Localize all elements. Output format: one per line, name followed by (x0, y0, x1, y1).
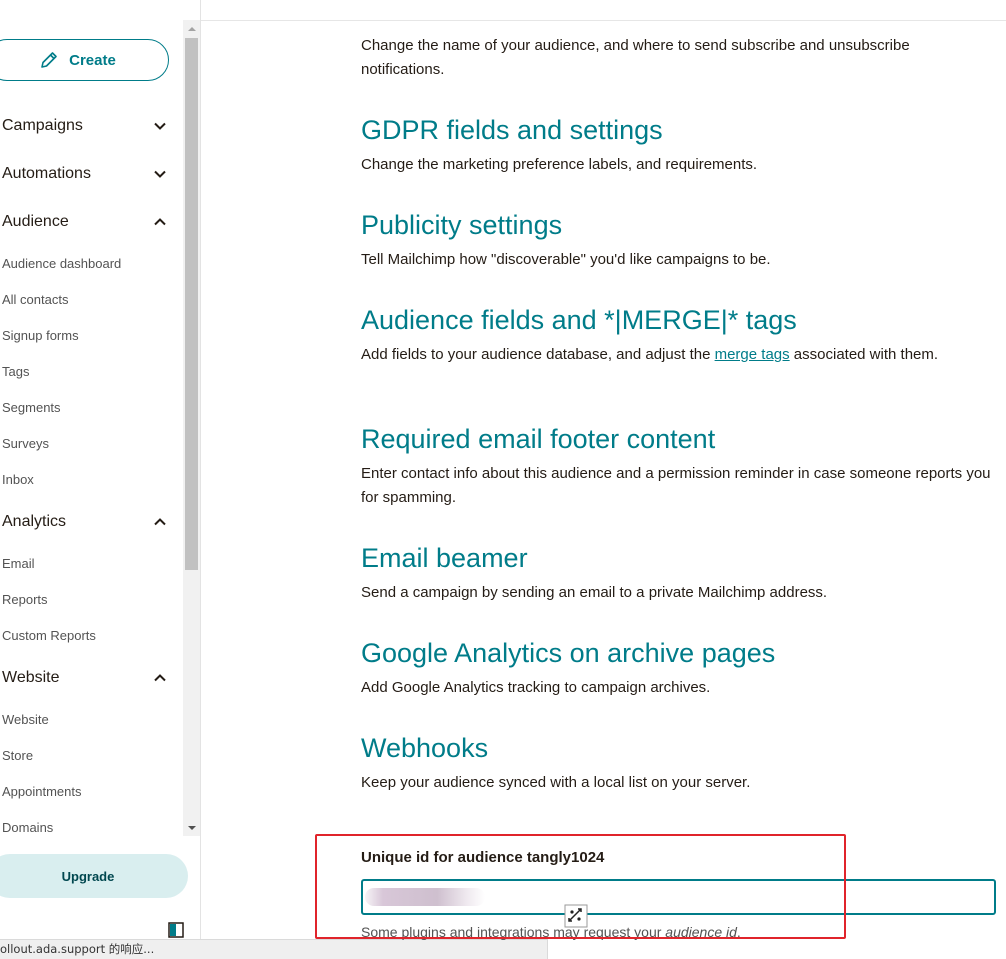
audience-name-desc: Change the name of your audience, and wh… (361, 37, 910, 78)
unique-id-help-text-start: Some plugins and integrations may reques… (361, 924, 666, 940)
upgrade-button[interactable]: Upgrade (0, 854, 188, 898)
upgrade-button-label: Upgrade (61, 868, 115, 884)
sidebar-item-surveys[interactable]: Surveys (2, 436, 49, 451)
sidebar-item-reports[interactable]: Reports (2, 592, 48, 607)
google-analytics-link[interactable]: Google Analytics on archive pages (361, 636, 775, 670)
chevron-up-icon (154, 218, 166, 226)
email-footer-link[interactable]: Required email footer content (361, 422, 715, 456)
sidebar-collapse-icon[interactable] (168, 922, 184, 938)
unique-id-input[interactable] (361, 879, 996, 915)
top-divider (200, 20, 1006, 21)
sidebar-item-signup-forms[interactable]: Signup forms (2, 328, 79, 343)
chevron-up-icon (154, 674, 166, 682)
scrollbar-thumb[interactable] (185, 38, 198, 570)
sidebar-item-store[interactable]: Store (2, 748, 33, 763)
cursor-icon (564, 904, 588, 928)
sidebar-scroll-area: Create Campaigns Automations Audience Au… (0, 20, 183, 836)
scroll-up-arrow-icon[interactable] (183, 20, 200, 37)
chevron-down-icon (154, 122, 166, 130)
webhooks-link[interactable]: Webhooks (361, 731, 488, 765)
audience-fields-desc-text: Add fields to your audience database, an… (361, 346, 715, 363)
sidebar-section-website[interactable]: Website (2, 665, 167, 691)
unique-id-help-emphasis: audience id (665, 924, 737, 940)
unique-id-help-text: Some plugins and integrations may reques… (361, 924, 741, 940)
chevron-up-icon (154, 518, 166, 526)
sidebar-section-label: Website (2, 669, 60, 686)
sidebar-item-tags[interactable]: Tags (2, 364, 29, 379)
publicity-settings-link[interactable]: Publicity settings (361, 208, 562, 242)
sidebar-section-label: Automations (2, 165, 91, 182)
merge-tags-link[interactable]: merge tags (715, 346, 790, 363)
sidebar: Create Campaigns Automations Audience Au… (0, 0, 201, 959)
email-footer-desc: Enter contact info about this audience a… (361, 465, 991, 506)
sidebar-section-analytics[interactable]: Analytics (2, 509, 167, 535)
sidebar-item-audience-dashboard[interactable]: Audience dashboard (2, 256, 121, 271)
scroll-down-arrow-icon[interactable] (183, 819, 200, 836)
sidebar-section-label: Audience (2, 213, 69, 230)
sidebar-section-label: Campaigns (2, 117, 83, 134)
google-analytics-desc: Add Google Analytics tracking to campaig… (361, 679, 711, 696)
gdpr-settings-desc: Change the marketing preference labels, … (361, 156, 758, 173)
create-button[interactable]: Create (0, 39, 169, 81)
sidebar-item-website[interactable]: Website (2, 712, 49, 727)
sidebar-item-domains[interactable]: Domains (2, 820, 53, 835)
chevron-down-icon (154, 170, 166, 178)
sidebar-item-custom-reports[interactable]: Custom Reports (2, 628, 96, 643)
sidebar-item-inbox[interactable]: Inbox (2, 472, 34, 487)
unique-id-help-text-end: . (736, 924, 741, 940)
sidebar-scrollbar[interactable] (183, 20, 200, 836)
sidebar-section-campaigns[interactable]: Campaigns (2, 113, 167, 139)
gdpr-settings-link[interactable]: GDPR fields and settings (361, 113, 663, 147)
sidebar-section-automations[interactable]: Automations (2, 161, 167, 187)
audience-fields-link[interactable]: Audience fields and *|MERGE|* tags (361, 303, 797, 337)
email-beamer-desc: Send a campaign by sending an email to a… (361, 584, 828, 601)
publicity-settings-desc: Tell Mailchimp how "discoverable" you'd … (361, 251, 771, 268)
audience-fields-desc: Add fields to your audience database, an… (361, 343, 991, 367)
sidebar-section-audience[interactable]: Audience (2, 209, 167, 235)
pencil-icon (41, 52, 57, 68)
sidebar-section-label: Analytics (2, 513, 67, 530)
webhooks-desc: Keep your audience synced with a local l… (361, 774, 751, 791)
email-beamer-link[interactable]: Email beamer (361, 541, 528, 575)
sidebar-item-email[interactable]: Email (2, 556, 35, 571)
sidebar-item-appointments[interactable]: Appointments (2, 784, 82, 799)
audience-fields-desc-text-end: associated with them. (789, 346, 939, 363)
unique-id-label: Unique id for audience tangly1024 (361, 849, 605, 866)
sidebar-item-segments[interactable]: Segments (2, 400, 61, 415)
sidebar-item-all-contacts[interactable]: All contacts (2, 292, 68, 307)
create-button-label: Create (69, 51, 116, 69)
browser-status-bar: ollout.ada.support 的响应... (0, 939, 548, 959)
